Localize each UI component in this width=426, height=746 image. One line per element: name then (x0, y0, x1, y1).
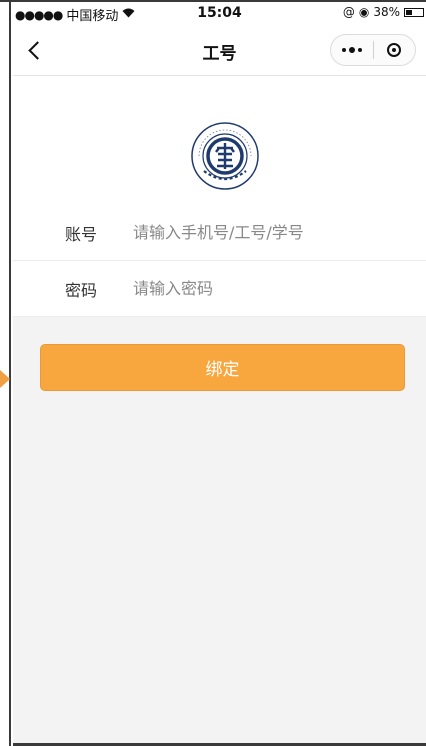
login-form-card: 账号 密码 (13, 76, 426, 317)
mini-program-capsule (330, 34, 416, 66)
phone-screen: ●●●●● 中国移动 15:04 @ ◉ 38% 工号 账号 请输入手机号/工号… (13, 2, 426, 746)
battery-fill (406, 9, 412, 15)
target-close-icon (387, 43, 402, 57)
close-button[interactable] (374, 35, 415, 65)
device-frame: ●●●●● 中国移动 15:04 @ ◉ 38% 工号 账号 请输入手机号/工号… (0, 0, 426, 746)
more-dot-icon (349, 47, 355, 53)
more-dot-icon (342, 48, 346, 52)
more-dot-icon (358, 48, 362, 52)
bind-button[interactable]: 绑定 (40, 344, 405, 391)
status-bar: ●●●●● 中国移动 15:04 @ ◉ 38% (13, 2, 426, 24)
orientation-lock-icon: @ (342, 5, 355, 19)
password-row: 密码 (13, 261, 426, 317)
account-row: 账号 (13, 205, 426, 261)
more-button[interactable] (331, 35, 373, 65)
password-label: 密码 (65, 280, 98, 300)
university-logo (190, 121, 260, 191)
password-input[interactable] (131, 278, 406, 299)
account-label: 账号 (65, 224, 98, 244)
account-input[interactable] (131, 222, 406, 243)
status-right: @ ◉ 38% (343, 5, 424, 19)
battery-icon (404, 7, 424, 17)
navigation-bar: 工号 (13, 24, 426, 76)
alarm-icon: ◉ (358, 5, 370, 19)
arrow-marker-icon (0, 370, 10, 388)
battery-percent: 38% (373, 5, 400, 19)
